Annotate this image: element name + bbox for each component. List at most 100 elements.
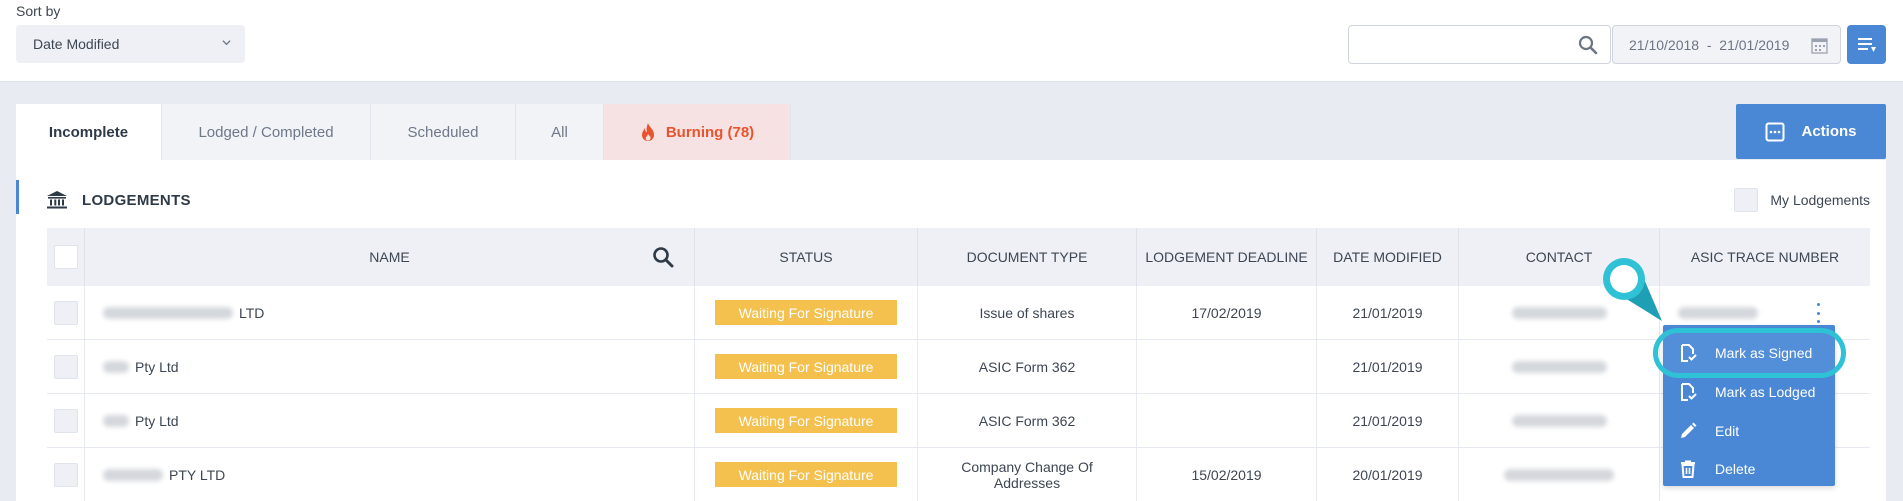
tab-scheduled[interactable]: Scheduled: [371, 104, 516, 160]
contact-cell: [1459, 448, 1660, 501]
panel-accent-bar: [16, 180, 19, 214]
bank-icon: [47, 191, 67, 209]
name-cell[interactable]: LTD: [85, 286, 695, 339]
my-lodgements-label: My Lodgements: [1770, 192, 1870, 208]
header-status[interactable]: STATUS: [695, 228, 918, 286]
status-badge: Waiting For Signature: [715, 300, 897, 325]
sort-select[interactable]: Date Modified: [16, 25, 245, 63]
search-input[interactable]: [1349, 26, 1569, 63]
header-label: CONTACT: [1525, 249, 1593, 265]
actions-label: Actions: [1801, 123, 1857, 140]
header-lodgement-deadline[interactable]: LODGEMENT DEADLINE: [1137, 228, 1317, 286]
header-label: NAME: [369, 249, 410, 265]
search-icon[interactable]: [1578, 35, 1598, 55]
name-cell[interactable]: Pty Ltd: [85, 340, 695, 393]
more-box-icon: [1765, 122, 1785, 141]
my-lodgements-filter: My Lodgements: [1734, 188, 1870, 212]
row-checkbox[interactable]: [53, 408, 78, 433]
menu-item-delete[interactable]: Delete: [1663, 450, 1835, 488]
document-type-cell: Issue of shares: [918, 286, 1137, 339]
header-date-modified[interactable]: DATE MODIFIED: [1317, 228, 1459, 286]
redacted-contact: [1511, 414, 1607, 427]
tab-label: Scheduled: [407, 123, 479, 141]
menu-item-label: Edit: [1715, 423, 1740, 439]
redacted-name: [103, 360, 129, 373]
kebab-dot: [1816, 303, 1820, 306]
flame-icon: [641, 123, 654, 141]
tab-lodged-completed[interactable]: Lodged / Completed: [162, 104, 371, 160]
deadline-cell: 17/02/2019: [1137, 286, 1317, 339]
date-modified-cell: 21/01/2019: [1317, 340, 1459, 393]
name-cell[interactable]: Pty Ltd: [85, 394, 695, 447]
status-cell: Waiting For Signature: [695, 286, 918, 339]
date-modified-cell: 21/01/2019: [1317, 394, 1459, 447]
row-select-cell: [47, 394, 85, 447]
document-type-cell: ASIC Form 362: [918, 394, 1137, 447]
tutorial-pointer-icon: [1603, 258, 1662, 321]
redacted-name: [103, 468, 163, 481]
actions-button[interactable]: Actions: [1736, 104, 1886, 159]
document-type-cell: Company Change Of Addresses: [918, 448, 1137, 501]
table-row[interactable]: Pty Ltd Waiting For Signature ASIC Form …: [47, 394, 1870, 448]
table-row[interactable]: LTD Waiting For Signature Issue of share…: [47, 286, 1870, 340]
status-cell: Waiting For Signature: [695, 394, 918, 447]
row-checkbox[interactable]: [53, 462, 78, 487]
tutorial-highlight-ring: [1653, 328, 1846, 378]
redacted-trace-number: [1678, 306, 1758, 319]
name-suffix: Pty Ltd: [135, 358, 179, 375]
status-badge: Waiting For Signature: [715, 408, 897, 433]
header-name[interactable]: NAME: [85, 228, 695, 286]
deadline-cell: [1137, 340, 1317, 393]
search-field[interactable]: [1348, 25, 1611, 64]
date-modified-cell: 21/01/2019: [1317, 286, 1459, 339]
redacted-contact: [1511, 306, 1607, 319]
top-bar: Sort by Date Modified 21/10/2018 - 21/01…: [0, 0, 1903, 82]
row-kebab-menu-button[interactable]: [1815, 303, 1821, 323]
status-badge: Waiting For Signature: [715, 354, 897, 379]
menu-item-edit[interactable]: Edit: [1663, 412, 1835, 450]
row-checkbox[interactable]: [53, 354, 78, 379]
status-cell: Waiting For Signature: [695, 340, 918, 393]
date-range-value: 21/10/2018 - 21/01/2019: [1629, 36, 1790, 53]
redacted-contact: [1511, 360, 1607, 373]
filter-list-icon: [1857, 37, 1876, 52]
tab-label: Incomplete: [48, 123, 129, 141]
status-cell: Waiting For Signature: [695, 448, 918, 501]
panel-title: LODGEMENTS: [46, 190, 191, 210]
panel-title-text: LODGEMENTS: [82, 191, 191, 209]
lodgements-panel: LODGEMENTS My Lodgements NAME STATUS DOC…: [16, 160, 1886, 501]
header-asic-trace-number[interactable]: ASIC TRACE NUMBER: [1660, 228, 1870, 286]
tab-incomplete[interactable]: Incomplete: [16, 104, 162, 160]
name-suffix: Pty Ltd: [135, 412, 179, 429]
tab-burning[interactable]: Burning (78): [604, 104, 791, 160]
trash-icon: [1681, 460, 1695, 478]
name-cell[interactable]: PTY LTD: [85, 448, 695, 501]
table-row[interactable]: Pty Ltd Waiting For Signature ASIC Form …: [47, 340, 1870, 394]
date-modified-cell: 20/01/2019: [1317, 448, 1459, 501]
search-icon[interactable]: [652, 246, 674, 268]
redacted-contact: [1504, 468, 1614, 481]
redacted-name: [103, 414, 129, 427]
date-range-input[interactable]: 21/10/2018 - 21/01/2019: [1612, 25, 1841, 64]
deadline-cell: 15/02/2019: [1137, 448, 1317, 501]
tab-label: All: [551, 123, 568, 141]
row-checkbox[interactable]: [53, 300, 78, 325]
table-row[interactable]: PTY LTD Waiting For Signature Company Ch…: [47, 448, 1870, 501]
contact-cell: [1459, 394, 1660, 447]
chevron-down-icon: [222, 40, 231, 46]
name-suffix: LTD: [239, 304, 265, 321]
filter-button[interactable]: [1847, 25, 1886, 64]
tab-all[interactable]: All: [516, 104, 604, 160]
select-all-checkbox[interactable]: [53, 245, 78, 269]
my-lodgements-checkbox[interactable]: [1734, 188, 1759, 212]
row-select-cell: [47, 286, 85, 339]
kebab-dot: [1816, 311, 1820, 315]
menu-item-label: Delete: [1715, 461, 1756, 477]
calendar-icon[interactable]: [1811, 37, 1828, 54]
menu-item-mark-as-lodged[interactable]: Mark as Lodged: [1663, 373, 1835, 411]
row-select-cell: [47, 340, 85, 393]
status-tabs: Incomplete Lodged / Completed Scheduled …: [16, 104, 791, 160]
name-suffix: PTY LTD: [169, 466, 226, 483]
tab-label: Lodged / Completed: [198, 123, 334, 141]
header-document-type[interactable]: DOCUMENT TYPE: [918, 228, 1137, 286]
